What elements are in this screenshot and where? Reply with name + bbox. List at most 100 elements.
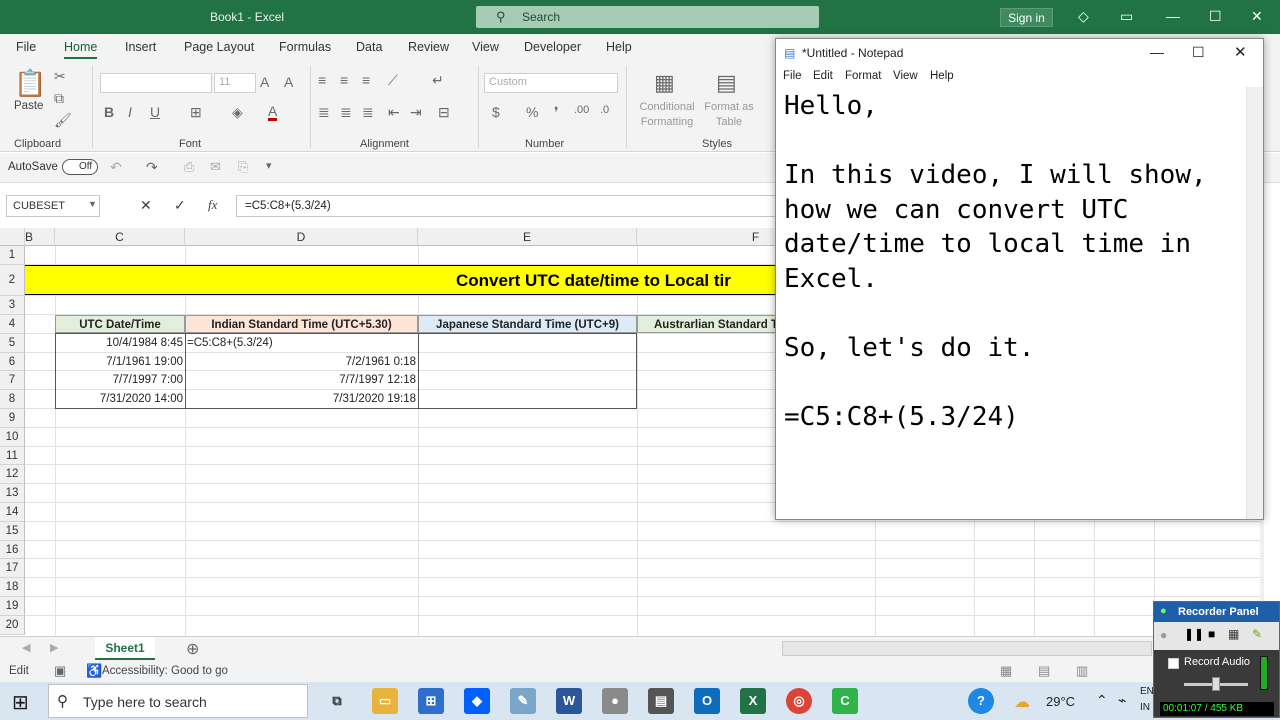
menu-formulas[interactable]: Formulas xyxy=(279,40,331,54)
merge-center-icon[interactable]: ⊟ xyxy=(438,104,450,121)
word-icon[interactable]: W xyxy=(556,688,582,714)
undo-icon[interactable]: ↶ xyxy=(110,159,122,176)
align-bottom-icon[interactable]: ≡ xyxy=(362,72,370,88)
notepad-menu-format[interactable]: Format xyxy=(845,70,881,82)
cell-c7[interactable]: 7/7/1997 7:00 xyxy=(55,371,183,389)
header-jst[interactable]: Japanese Standard Time (UTC+9) xyxy=(418,315,637,333)
select-all-corner[interactable] xyxy=(0,228,25,246)
align-center-icon[interactable]: ≣ xyxy=(340,104,352,121)
align-right-icon[interactable]: ≣ xyxy=(362,104,374,121)
decrease-decimal-icon[interactable]: .0 xyxy=(600,104,609,116)
header-ist[interactable]: Indian Standard Time (UTC+5.30) xyxy=(185,315,418,333)
increase-decimal-icon[interactable]: .00 xyxy=(574,104,589,116)
row-header-19[interactable]: 19 xyxy=(0,597,25,616)
italic-icon[interactable]: I xyxy=(128,104,132,120)
print-icon[interactable]: ⎙ xyxy=(184,159,194,175)
row-header-15[interactable]: 15 xyxy=(0,522,25,541)
cell-d5[interactable]: =C5:C8+(5.3/24) xyxy=(187,334,416,352)
weather-icon[interactable]: ☁ xyxy=(1014,692,1030,712)
row-header-1[interactable]: 1 xyxy=(0,246,25,265)
page-layout-view-icon[interactable]: ▤ xyxy=(1038,663,1050,679)
notepad-scrollbar[interactable] xyxy=(1246,87,1263,519)
cell-c8[interactable]: 7/31/2020 14:00 xyxy=(55,390,183,408)
name-box-dropdown-icon[interactable]: ▼ xyxy=(88,199,97,209)
fill-color-icon[interactable]: ◈ xyxy=(232,104,243,121)
new-sheet-icon[interactable]: ⊕ xyxy=(186,639,199,659)
menu-help[interactable]: Help xyxy=(606,40,632,54)
font-name-dropdown[interactable] xyxy=(100,73,212,93)
paste-label[interactable]: Paste xyxy=(14,100,43,112)
pen-icon[interactable]: ✎ xyxy=(1252,627,1262,641)
minimize-icon[interactable]: — xyxy=(1150,44,1164,60)
notepad-text-area[interactable]: Hello, In this video, I will show, how w… xyxy=(784,89,1239,435)
formula-input[interactable]: =C5:C8+(5.3/24) xyxy=(236,195,836,217)
shrink-font-icon[interactable]: A xyxy=(284,74,293,90)
taskbar-search[interactable]: ⚲ Type here to search xyxy=(48,684,308,718)
accessibility-status[interactable]: Accessibility: Good to go xyxy=(102,665,228,677)
conditional-formatting-icon[interactable]: ▦ xyxy=(654,70,675,96)
temperature[interactable]: 29°C xyxy=(1046,694,1075,709)
autosave-toggle[interactable]: Off xyxy=(62,159,98,175)
camtasia-icon[interactable]: C xyxy=(832,688,858,714)
task-view-icon[interactable]: ⧉ xyxy=(324,688,350,714)
menu-home[interactable]: Home xyxy=(64,40,98,59)
header-utc[interactable]: UTC Date/Time xyxy=(55,315,185,333)
decrease-indent-icon[interactable]: ⇤ xyxy=(388,104,400,121)
dropbox-icon[interactable]: ◆ xyxy=(464,688,490,714)
notepad-menu-file[interactable]: File xyxy=(783,70,802,82)
copy-icon[interactable]: ⧉ xyxy=(54,90,64,107)
customize-qat-icon[interactable]: ▾ xyxy=(266,159,272,172)
language-indicator-sub[interactable]: IN xyxy=(1140,702,1150,713)
app-icon[interactable]: ● xyxy=(602,688,628,714)
cell-c5[interactable]: 10/4/1984 8:45 xyxy=(55,334,183,352)
grow-font-icon[interactable]: A xyxy=(260,74,269,90)
menu-page-layout[interactable]: Page Layout xyxy=(184,40,254,54)
chrome-icon[interactable]: ◎ xyxy=(786,688,812,714)
notepad-menu-edit[interactable]: Edit xyxy=(813,70,833,82)
close-icon[interactable]: ✕ xyxy=(1251,8,1263,25)
row-header-2[interactable]: 2 xyxy=(0,265,25,296)
chevron-up-icon[interactable]: ⌃ xyxy=(1096,692,1108,709)
diamond-icon[interactable]: ◇ xyxy=(1078,8,1089,25)
row-header-5[interactable]: 5 xyxy=(0,334,25,353)
row-header-11[interactable]: 11 xyxy=(0,447,25,465)
row-header-17[interactable]: 17 xyxy=(0,559,25,578)
normal-view-icon[interactable]: ▦ xyxy=(1000,663,1012,679)
redo-icon[interactable]: ↷ xyxy=(146,159,158,176)
app-icon[interactable]: ▤ xyxy=(648,688,674,714)
borders-icon[interactable]: ⊞ xyxy=(190,104,202,121)
prev-sheet-icon[interactable]: ◀ xyxy=(22,641,30,654)
row-header-18[interactable]: 18 xyxy=(0,578,25,597)
row-header-6[interactable]: 6 xyxy=(0,353,25,371)
windows-start-icon[interactable]: ⊞ xyxy=(12,690,29,715)
audio-level-handle[interactable] xyxy=(1212,677,1220,691)
column-header-e[interactable]: E xyxy=(418,228,637,246)
percent-icon[interactable]: % xyxy=(526,104,538,120)
menu-data[interactable]: Data xyxy=(356,40,382,54)
row-header-8[interactable]: 8 xyxy=(0,390,25,409)
row-header-12[interactable]: 12 xyxy=(0,465,25,484)
conditional-formatting-label[interactable]: Conditional Formatting xyxy=(634,100,700,130)
row-header-16[interactable]: 16 xyxy=(0,541,25,559)
notepad-taskbar-icon[interactable]: ✎ xyxy=(510,688,536,714)
maximize-icon[interactable]: ☐ xyxy=(1209,8,1222,25)
record-audio-checkbox[interactable] xyxy=(1168,658,1179,669)
notepad-menu-help[interactable]: Help xyxy=(930,70,954,82)
cut-icon[interactable]: ✂ xyxy=(54,68,66,85)
cell-c6[interactable]: 7/1/1961 19:00 xyxy=(55,353,183,371)
row-header-3[interactable]: 3 xyxy=(0,296,25,315)
format-as-table-icon[interactable]: ▤ xyxy=(716,70,737,96)
underline-icon[interactable]: U xyxy=(150,104,160,120)
horizontal-scrollbar[interactable] xyxy=(782,641,1152,656)
menu-insert[interactable]: Insert xyxy=(125,40,156,54)
cell-d6[interactable]: 7/2/1961 0:18 xyxy=(187,353,416,371)
column-header-c[interactable]: C xyxy=(55,228,185,246)
insert-function-icon[interactable]: fx xyxy=(208,197,217,213)
close-icon[interactable]: ✕ xyxy=(1234,43,1247,61)
cancel-icon[interactable]: ✕ xyxy=(140,197,152,214)
row-header-13[interactable]: 13 xyxy=(0,484,25,503)
sign-in-button[interactable]: Sign in xyxy=(1000,8,1053,27)
excel-taskbar-icon[interactable]: X xyxy=(740,688,766,714)
row-header-10[interactable]: 10 xyxy=(0,428,25,447)
menu-review[interactable]: Review xyxy=(408,40,449,54)
